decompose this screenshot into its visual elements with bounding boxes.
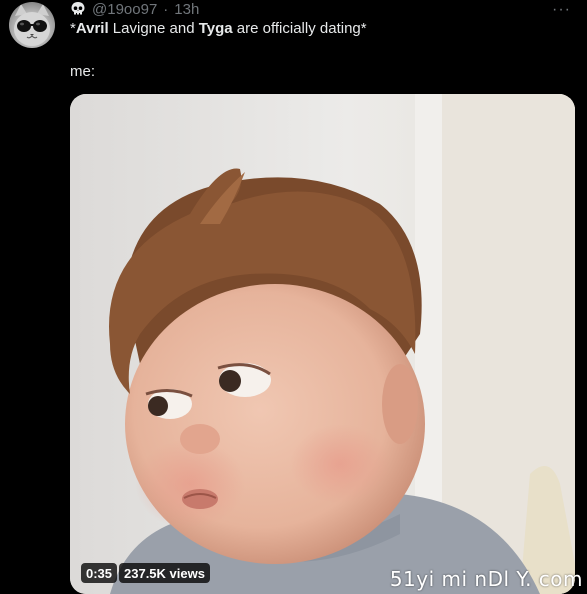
tweet-text: *Avril Lavigne and Tyga are officially d… <box>70 20 367 37</box>
video-player[interactable]: 0:35 237.5K views <box>70 94 575 594</box>
user-handle[interactable]: @19oo97 <box>92 1 157 18</box>
watermark: 51yi mi nDl Y. com <box>389 567 583 591</box>
tweet-text-part: Lavigne and <box>108 20 199 37</box>
video-views-badge: 237.5K views <box>119 563 210 583</box>
tweet-header: @19oo97 · 13h <box>70 0 199 18</box>
skull-icon <box>70 1 86 17</box>
more-icon[interactable]: ··· <box>552 1 571 19</box>
tweet-text-part: are officially dating* <box>232 20 367 37</box>
tweet-reply-line: me: <box>70 63 96 80</box>
tweet-text-bold: Tyga <box>198 20 233 37</box>
avatar[interactable] <box>9 2 55 48</box>
video-frame <box>70 94 575 594</box>
separator-dot: · <box>163 0 169 18</box>
video-duration-badge: 0:35 <box>81 563 118 583</box>
tweet-text-bold: Avril <box>75 20 109 37</box>
timestamp[interactable]: 13h <box>174 1 199 18</box>
